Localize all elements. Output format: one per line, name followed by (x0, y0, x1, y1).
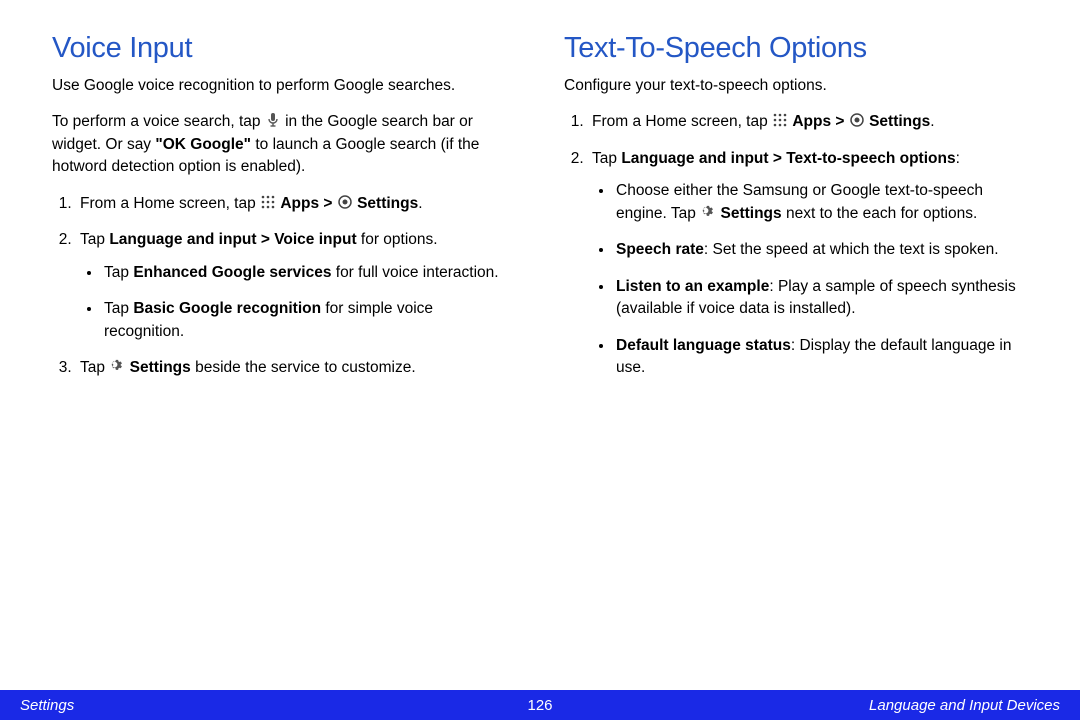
apps-grid-icon (260, 194, 276, 210)
voice-para2: To perform a voice search, tap in the Go… (52, 111, 516, 178)
text: From a Home screen, tap (80, 195, 260, 212)
tts-step-1: From a Home screen, tap Apps > Settings. (588, 111, 1028, 133)
path-label: Language and input > Text-to-speech opti… (621, 150, 955, 167)
voice-steps: From a Home screen, tap Apps > Settings.… (52, 193, 516, 380)
footer-left: Settings (20, 697, 74, 714)
path-label: Language and input > Voice input (109, 231, 356, 248)
settings-target-icon (337, 194, 353, 210)
text: Tap (80, 359, 109, 376)
page-footer: Settings 126 Language and Input Devices (0, 690, 1080, 720)
enhanced-services-label: Enhanced Google services (133, 264, 331, 281)
text: > (831, 113, 849, 130)
settings-label: Settings (721, 205, 782, 222)
text: beside the service to customize. (191, 359, 416, 376)
voice-sub-2: Tap Basic Google recognition for simple … (102, 298, 516, 343)
apps-grid-icon (772, 112, 788, 128)
tts-steps: From a Home screen, tap Apps > Settings.… (564, 111, 1028, 379)
tts-intro: Configure your text-to-speech options. (564, 75, 1028, 97)
text: > (319, 195, 337, 212)
listen-example-label: Listen to an example (616, 278, 769, 295)
text: From a Home screen, tap (592, 113, 772, 130)
text: for full voice interaction. (331, 264, 498, 281)
text: : Set the speed at which the text is spo… (704, 241, 999, 258)
default-lang-status-label: Default language status (616, 337, 791, 354)
settings-label: Settings (357, 195, 418, 212)
text: Tap (104, 264, 133, 281)
tts-step-2: Tap Language and input > Text-to-speech … (588, 148, 1028, 380)
settings-target-icon (849, 112, 865, 128)
settings-label: Settings (869, 113, 930, 130)
tts-sub-2: Speech rate: Set the speed at which the … (614, 239, 1028, 261)
tts-sub-3: Listen to an example: Play a sample of s… (614, 276, 1028, 321)
tts-suboptions: Choose either the Samsung or Google text… (592, 180, 1028, 379)
voice-intro: Use Google voice recognition to perform … (52, 75, 516, 97)
ok-google-label: "OK Google" (155, 136, 251, 153)
tts-heading: Text-To-Speech Options (564, 32, 1028, 65)
voice-step-2: Tap Language and input > Voice input for… (76, 229, 516, 343)
manual-page: Voice Input Use Google voice recognition… (0, 0, 1080, 720)
text: To perform a voice search, tap (52, 113, 265, 130)
footer-page-number: 126 (527, 697, 552, 714)
microphone-icon (265, 112, 281, 128)
text: next to the each for options. (782, 205, 978, 222)
text: Tap (80, 231, 109, 248)
text: for options. (357, 231, 438, 248)
speech-rate-label: Speech rate (616, 241, 704, 258)
settings-label: Settings (130, 359, 191, 376)
voice-step-3: Tap Settings beside the service to custo… (76, 357, 516, 379)
text: : (956, 150, 960, 167)
text: Tap (104, 300, 133, 317)
footer-right: Language and Input Devices (869, 697, 1060, 714)
text: . (418, 195, 422, 212)
left-column: Voice Input Use Google voice recognition… (52, 32, 516, 394)
two-column-layout: Voice Input Use Google voice recognition… (52, 32, 1028, 394)
gear-icon (700, 204, 716, 220)
text: . (930, 113, 934, 130)
text: Tap (592, 150, 621, 167)
tts-sub-1: Choose either the Samsung or Google text… (614, 180, 1028, 225)
voice-input-heading: Voice Input (52, 32, 516, 65)
voice-step-1: From a Home screen, tap Apps > Settings. (76, 193, 516, 215)
right-column: Text-To-Speech Options Configure your te… (564, 32, 1028, 394)
voice-suboptions: Tap Enhanced Google services for full vo… (80, 262, 516, 343)
basic-recognition-label: Basic Google recognition (133, 300, 321, 317)
apps-label: Apps (792, 113, 831, 130)
voice-sub-1: Tap Enhanced Google services for full vo… (102, 262, 516, 284)
tts-sub-4: Default language status: Display the def… (614, 335, 1028, 380)
apps-label: Apps (280, 195, 319, 212)
gear-icon (109, 358, 125, 374)
